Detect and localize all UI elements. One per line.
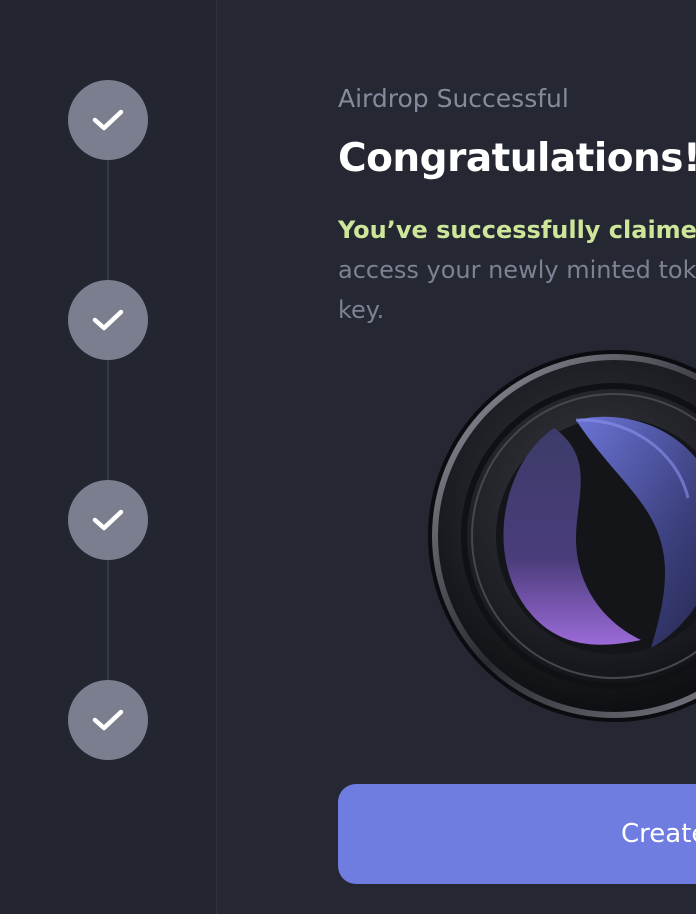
main-content: Airdrop Successful Congratulations! You’…: [338, 0, 696, 914]
success-message-line-3: key.: [338, 296, 385, 324]
success-message: You’ve successfully claimed access your …: [338, 210, 696, 330]
airdrop-success-page: Airdrop Successful Congratulations! You’…: [0, 0, 696, 914]
step-1-complete: [68, 80, 148, 160]
step-2-complete: [68, 280, 148, 360]
create-button[interactable]: Create: [338, 784, 696, 884]
step-4-complete: [68, 680, 148, 760]
progress-stepper: [0, 0, 217, 914]
check-icon: [92, 309, 124, 331]
stepper-connector-line: [107, 120, 109, 720]
step-3-complete: [68, 480, 148, 560]
check-icon: [92, 709, 124, 731]
check-icon: [92, 509, 124, 531]
success-message-line-2: access your newly minted tok: [338, 256, 696, 284]
success-message-highlight: You’ve successfully claimed: [338, 216, 696, 244]
page-title: Congratulations!: [338, 136, 696, 181]
token-coin-icon: [428, 350, 696, 722]
status-eyebrow: Airdrop Successful: [338, 84, 569, 113]
check-icon: [92, 109, 124, 131]
